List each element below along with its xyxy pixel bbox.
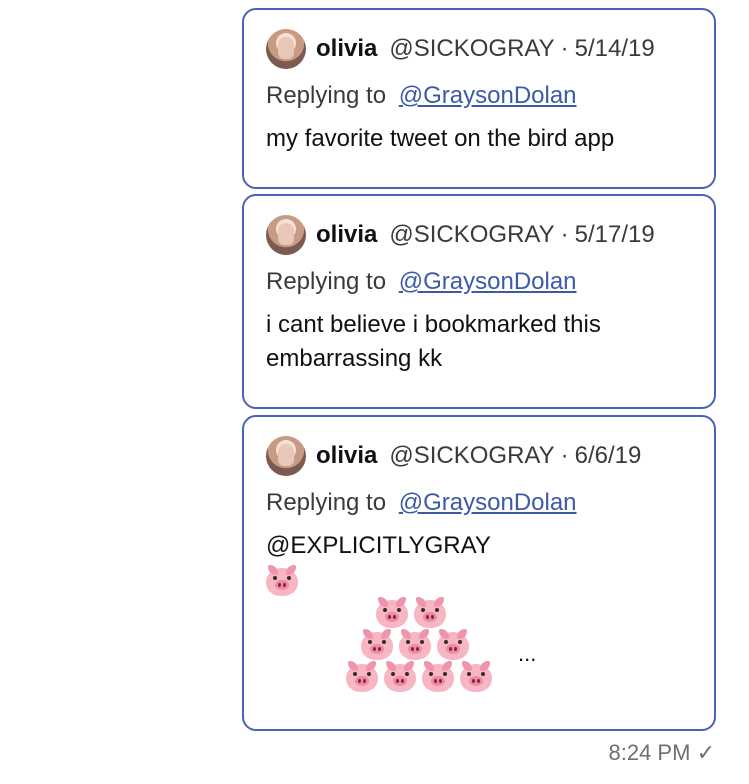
replying-to-link[interactable]: @GraysonDolan (399, 489, 577, 516)
quoted-tweet-card[interactable]: olivia @SICKOGRAY · 5/17/19 Replying to … (242, 194, 716, 409)
replying-to-line: Replying to @GraysonDolan (266, 489, 694, 517)
pig-face-icon (414, 597, 446, 629)
pig-face-icon (399, 629, 431, 661)
tweet-text: my favorite tweet on the bird app (266, 125, 615, 152)
pig-face-icon (361, 629, 393, 661)
author-handle[interactable]: @SICKOGRAY (389, 442, 554, 470)
pig-emoji-pyramid: ... (266, 563, 694, 693)
pig-face-icon (437, 629, 469, 661)
quoted-tweet-card[interactable]: olivia @SICKOGRAY · 6/6/19 Replying to @… (242, 415, 716, 731)
tweet-date[interactable]: 5/14/19 (575, 35, 655, 63)
author-handle[interactable]: @SICKOGRAY (389, 35, 554, 63)
tweet-header: olivia @SICKOGRAY · 5/14/19 (266, 28, 694, 70)
pig-face-icon (376, 597, 408, 629)
avatar[interactable] (266, 436, 306, 476)
quoted-tweet-card[interactable]: olivia @SICKOGRAY · 5/14/19 Replying to … (242, 8, 716, 189)
ellipsis: ... (518, 641, 537, 666)
tweet-date[interactable]: 6/6/19 (575, 442, 642, 470)
separator-dot: · (560, 35, 569, 62)
author-name[interactable]: olivia (316, 442, 377, 470)
author-name[interactable]: olivia (316, 221, 377, 249)
separator-dot: · (560, 442, 569, 469)
pig-face-icon (460, 661, 492, 693)
tweet-header: olivia @SICKOGRAY · 5/17/19 (266, 214, 694, 256)
author-name[interactable]: olivia (316, 35, 377, 63)
tweet-text: i cant believe i bookmarked this embarra… (266, 311, 601, 372)
avatar[interactable] (266, 29, 306, 69)
pig-face-icon (384, 661, 416, 693)
replying-to-label: Replying to (266, 82, 387, 109)
avatar[interactable] (266, 215, 306, 255)
author-handle[interactable]: @SICKOGRAY (389, 221, 554, 249)
read-check-icon: ✓ (696, 740, 715, 765)
replying-to-link[interactable]: @GraysonDolan (399, 82, 577, 109)
tweet-text: @EXPLICITLYGRAY (266, 532, 491, 559)
pig-face-icon (422, 661, 454, 693)
replying-to-line: Replying to @GraysonDolan (266, 268, 694, 296)
separator-dot: · (560, 221, 569, 248)
replying-to-line: Replying to @GraysonDolan (266, 82, 694, 110)
tweet-date[interactable]: 5/17/19 (575, 221, 655, 249)
replying-to-label: Replying to (266, 489, 387, 516)
tweet-header: olivia @SICKOGRAY · 6/6/19 (266, 435, 694, 477)
replying-to-link[interactable]: @GraysonDolan (399, 268, 577, 295)
message-meta: 8:24 PM ✓ (609, 740, 716, 766)
message-time: 8:24 PM (608, 740, 691, 765)
pig-face-icon (266, 565, 298, 597)
replying-to-label: Replying to (266, 268, 387, 295)
pig-face-icon (346, 661, 378, 693)
